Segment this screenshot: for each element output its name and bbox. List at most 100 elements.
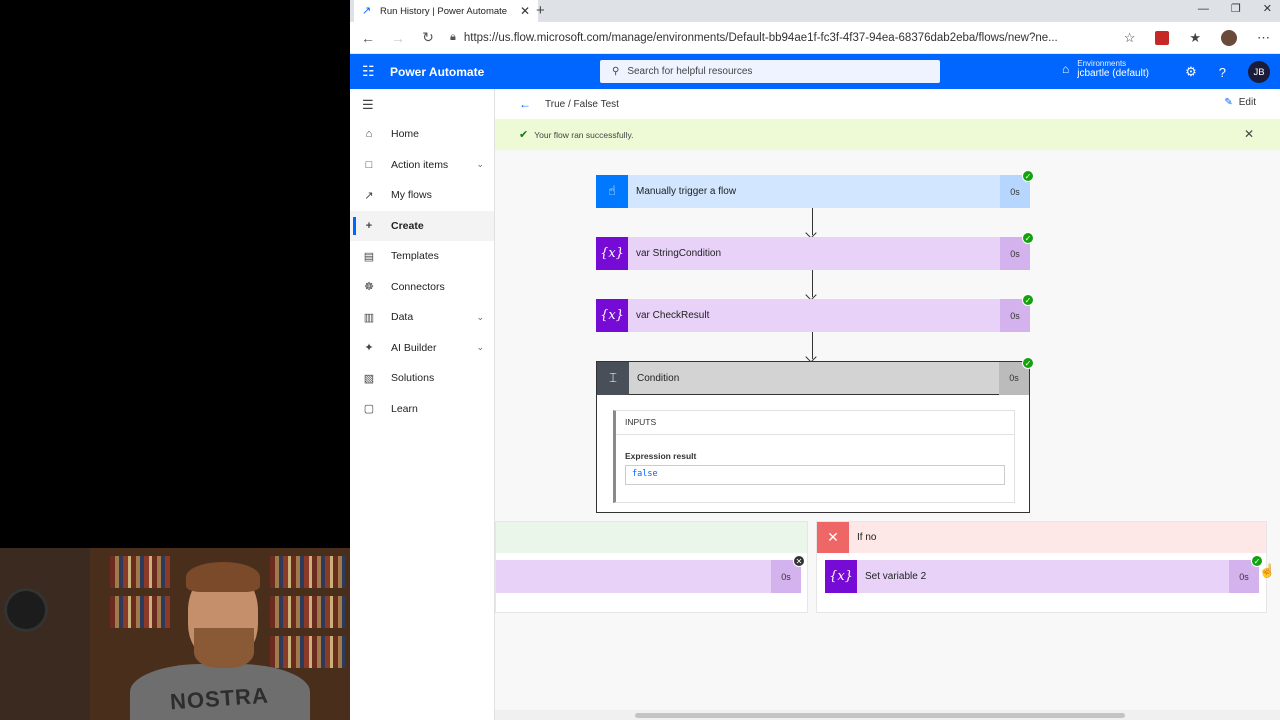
breadcrumb: ← True / False Test ✎ Edit (495, 89, 1280, 119)
new-tab-icon[interactable]: + (536, 2, 545, 19)
chevron-down-icon[interactable]: ⌄ (476, 312, 484, 323)
sidebar-item-action-items[interactable]: □ Action items ⌄ (350, 150, 494, 181)
scrollbar-thumb[interactable] (635, 713, 1125, 718)
sidebar-item-label: Create (391, 219, 424, 232)
success-check-icon: ✓ (1022, 294, 1034, 306)
avatar[interactable]: JB (1248, 61, 1270, 83)
browser-tab[interactable]: ↗ Run History | Power Automate ✕ (354, 0, 538, 22)
sidebar-item-connectors[interactable]: ☸ Connectors (350, 272, 494, 303)
sidebar-item-label: Solutions (391, 372, 435, 385)
condition-icon: ⌶ (597, 361, 629, 395)
touch-trigger-icon: ☝ (596, 175, 628, 208)
restore-icon[interactable]: ❐ (1231, 0, 1241, 18)
sidebar-item-solutions[interactable]: ▧ Solutions (350, 363, 494, 394)
step-label: var StringCondition (628, 237, 1000, 270)
hamburger-menu-icon[interactable]: ☰ (350, 89, 494, 119)
var-check-result-step[interactable]: {x} var CheckResult 0s (596, 299, 1030, 332)
help-icon[interactable]: ? (1219, 65, 1226, 80)
app-launcher-icon[interactable]: ☷ (362, 63, 382, 80)
inputs-header: INPUTS (616, 411, 1014, 435)
lock-icon: 🔒︎ (450, 31, 456, 43)
profile-icon[interactable] (1221, 29, 1237, 46)
chevron-down-icon[interactable]: ⌄ (476, 342, 484, 353)
sidebar-item-templates[interactable]: ▤ Templates (350, 241, 494, 272)
ai-icon: ✦ (364, 342, 374, 355)
condition-step[interactable]: ⌶ Condition 0s INPUTS Expression result … (596, 361, 1030, 513)
back-arrow-icon[interactable]: ← (519, 97, 531, 111)
dismiss-icon[interactable]: ✕ (1244, 127, 1254, 141)
close-tab-icon[interactable]: ✕ (520, 4, 530, 18)
if-yes-header[interactable] (496, 522, 807, 553)
settings-gear-icon[interactable]: ⚙ (1185, 64, 1197, 80)
main-content: ← True / False Test ✎ Edit ✔ Your flow r… (495, 89, 1280, 720)
power-automate-icon: ↗ (362, 5, 372, 17)
back-icon[interactable]: ← (360, 30, 376, 46)
search-input[interactable]: ⚲ Search for helpful resources (600, 60, 940, 83)
if-yes-action[interactable]: 0s (496, 560, 801, 593)
variable-icon: {x} (825, 560, 857, 593)
edit-button[interactable]: ✎ Edit (1224, 97, 1256, 108)
sidebar-item-label: Connectors (391, 280, 445, 293)
sidebar-item-label: AI Builder (391, 341, 437, 354)
search-placeholder: Search for helpful resources (627, 66, 753, 77)
book-icon: ▢ (363, 403, 375, 416)
chevron-down-icon[interactable]: ⌄ (476, 159, 484, 170)
sidebar-item-my-flows[interactable]: ↗ My flows (350, 180, 494, 211)
set-variable-2-step[interactable]: {x} Set variable 2 0s (825, 560, 1259, 593)
sidebar: ☰ ⌂ Home □ Action items ⌄ ↗ My flows + C… (350, 89, 495, 720)
address-bar-icons: ☆ ★ ⋯ (1124, 29, 1270, 46)
minimize-icon[interactable]: — (1198, 0, 1209, 18)
templates-icon: ▤ (363, 250, 375, 263)
sidebar-item-ai-builder[interactable]: ✦ AI Builder ⌄ (350, 333, 494, 364)
address-bar: ← → ↻ 🔒︎ https://us.flow.microsoft.com/m… (350, 22, 1280, 54)
tab-title: Run History | Power Automate (380, 5, 508, 17)
more-icon[interactable]: ⋯ (1257, 30, 1270, 46)
forward-icon[interactable]: → (390, 30, 406, 46)
condition-header[interactable]: ⌶ Condition 0s (597, 361, 1029, 395)
favorite-star-icon[interactable]: ☆ (1124, 30, 1136, 46)
flow-icon: ↗ (364, 189, 374, 202)
environment-icon: ⌂ (1062, 62, 1070, 76)
brand-name[interactable]: Power Automate (390, 65, 484, 79)
check-circle-icon: ✔ (519, 129, 529, 141)
connector-arrow (812, 208, 813, 235)
sidebar-item-data[interactable]: ▥ Data ⌄ (350, 302, 494, 333)
app-body: ☰ ⌂ Home □ Action items ⌄ ↗ My flows + C… (350, 89, 1280, 720)
var-string-condition-step[interactable]: {x} var StringCondition 0s (596, 237, 1030, 270)
success-banner: ✔ Your flow ran successfully. ✕ (495, 119, 1280, 150)
success-check-icon: ✓ (1022, 232, 1034, 244)
if-no-header[interactable]: ✕ If no (817, 522, 1266, 553)
step-label: Manually trigger a flow (628, 175, 1000, 208)
database-icon: ▥ (363, 311, 375, 324)
if-no-branch: ✕ If no {x} Set variable 2 0s ✓ (816, 521, 1267, 613)
environment-selector[interactable]: ⌂ Environments jcbartle (default) (1062, 59, 1149, 79)
step-label: Set variable 2 (857, 560, 1229, 593)
success-check-icon: ✓ (1022, 357, 1034, 369)
expression-result-value: false (625, 465, 1005, 485)
sidebar-item-home[interactable]: ⌂ Home (350, 119, 494, 150)
sidebar-item-label: Action items (391, 158, 449, 171)
close-window-icon[interactable]: ✕ (1263, 0, 1272, 18)
browser-window: ↗ Run History | Power Automate ✕ + — ❐ ✕… (350, 0, 1280, 720)
person-beard (194, 628, 254, 668)
person-hair (186, 562, 260, 592)
sidebar-item-learn[interactable]: ▢ Learn (350, 394, 494, 425)
clipboard-icon: □ (365, 158, 373, 171)
favorites-icon[interactable]: ★ (1189, 30, 1201, 46)
refresh-icon[interactable]: ↻ (420, 29, 436, 46)
extension-icon[interactable] (1155, 30, 1170, 45)
horizontal-scrollbar[interactable] (495, 710, 1280, 720)
sidebar-item-label: Data (391, 311, 414, 324)
trigger-step[interactable]: ☝ Manually trigger a flow 0s (596, 175, 1030, 208)
sidebar-item-label: Learn (391, 402, 418, 415)
variable-icon: {x} (596, 237, 628, 270)
flow-title: True / False Test (545, 98, 619, 110)
sidebar-item-label: Home (391, 128, 420, 141)
skipped-x-icon: ✕ (793, 555, 805, 567)
environment-value: jcbartle (default) (1077, 68, 1149, 79)
expression-result-label: Expression result (625, 451, 697, 461)
url-field[interactable]: 🔒︎ https://us.flow.microsoft.com/manage/… (450, 31, 1110, 44)
pencil-icon: ✎ (1224, 97, 1233, 108)
app-header: ☷ Power Automate ⚲ Search for helpful re… (350, 54, 1280, 89)
sidebar-item-create[interactable]: + Create (350, 210, 494, 241)
